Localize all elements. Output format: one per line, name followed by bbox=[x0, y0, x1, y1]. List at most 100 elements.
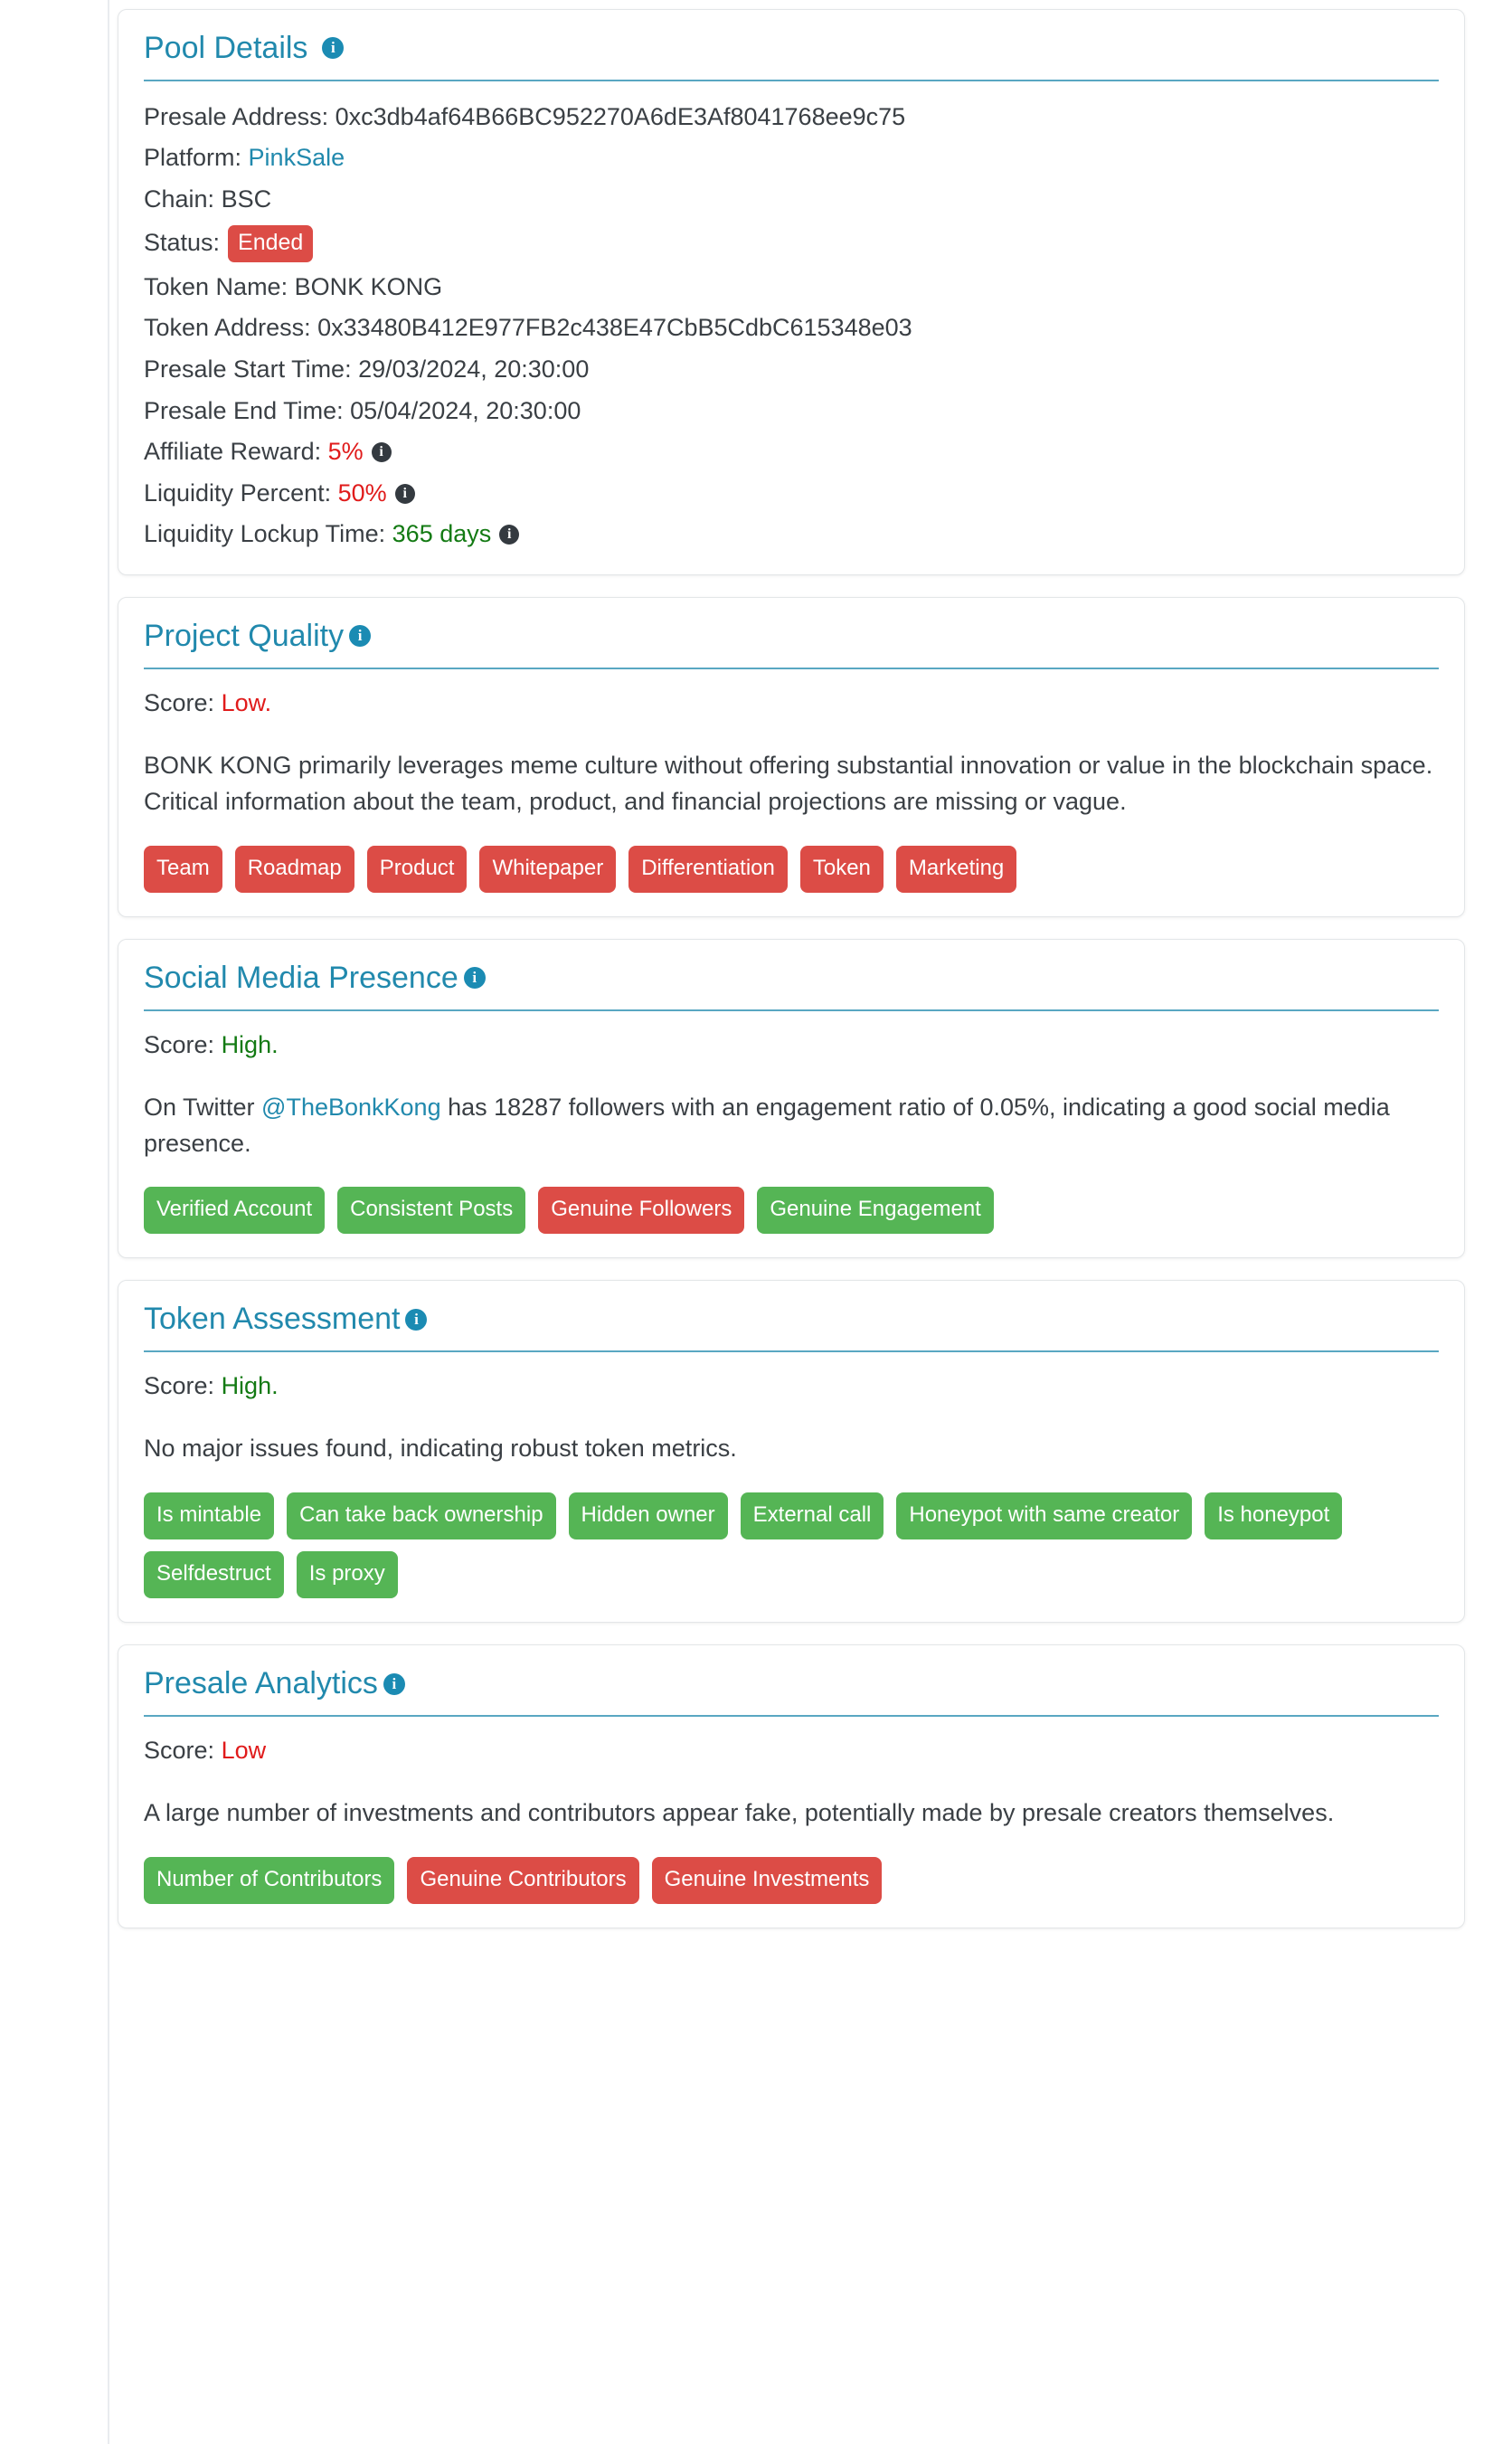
token-address-label: Token Address: bbox=[144, 314, 311, 342]
info-icon[interactable]: i bbox=[371, 441, 392, 462]
score-value: Low bbox=[221, 1737, 267, 1764]
token-name-label: Token Name: bbox=[144, 272, 288, 300]
score-value: Low. bbox=[221, 688, 272, 716]
liquidity-lockup-time-row: Liquidity Lockup Time: 365 days i bbox=[144, 518, 1439, 551]
status-badge: Ended bbox=[228, 224, 314, 262]
token-assessment-title: Token Assessment i bbox=[144, 1301, 1439, 1338]
score-label: Score: bbox=[144, 1372, 215, 1400]
presale-end-time-label: Presale End Time: bbox=[144, 396, 344, 424]
tag-genuine-investments[interactable]: Genuine Investments bbox=[651, 1856, 883, 1904]
tag-token[interactable]: Token bbox=[799, 845, 884, 893]
platform-link[interactable]: PinkSale bbox=[249, 142, 345, 175]
tag-genuine-engagement[interactable]: Genuine Engagement bbox=[757, 1187, 994, 1235]
tag-is-mintable[interactable]: Is mintable bbox=[144, 1492, 275, 1540]
tag-marketing[interactable]: Marketing bbox=[895, 845, 1017, 893]
token-name-value: BONK KONG bbox=[294, 272, 443, 300]
token-name-row: Token Name: BONK KONG bbox=[144, 271, 1439, 304]
description-prefix: On Twitter bbox=[144, 1093, 262, 1121]
score-label: Score: bbox=[144, 688, 215, 716]
score-label: Score: bbox=[144, 1030, 215, 1058]
tag-genuine-contributors[interactable]: Genuine Contributors bbox=[407, 1856, 639, 1904]
token-assessment-tags: Is mintable Can take back ownership Hidd… bbox=[144, 1492, 1439, 1599]
presale-address-value: 0xc3db4af64B66BC952270A6dE3Af8041768ee9c… bbox=[335, 102, 906, 130]
presale-analytics-tags: Number of Contributors Genuine Contribut… bbox=[144, 1856, 1439, 1904]
presale-analytics-title: Presale Analytics i bbox=[144, 1665, 1439, 1702]
token-assessment-title-label: Token Assessment bbox=[144, 1302, 401, 1337]
info-icon[interactable]: i bbox=[383, 1672, 405, 1695]
liquidity-percent-row: Liquidity Percent: 50% i bbox=[144, 478, 1439, 510]
tag-external-call[interactable]: External call bbox=[740, 1492, 884, 1540]
content-divider-line bbox=[108, 0, 109, 2444]
tag-genuine-followers[interactable]: Genuine Followers bbox=[538, 1187, 745, 1235]
info-icon[interactable]: i bbox=[405, 1308, 428, 1331]
project-quality-tags: Team Roadmap Product Whitepaper Differen… bbox=[144, 845, 1439, 893]
social-media-presence-title-label: Social Media Presence bbox=[144, 960, 458, 995]
info-icon[interactable]: i bbox=[394, 483, 415, 504]
presale-analytics-title-label: Presale Analytics bbox=[144, 1666, 378, 1701]
social-media-score: Score: High. bbox=[144, 1031, 1439, 1059]
tag-can-take-back-ownership[interactable]: Can take back ownership bbox=[287, 1492, 556, 1540]
tag-honeypot-with-same-creator[interactable]: Honeypot with same creator bbox=[896, 1492, 1193, 1540]
project-quality-description: BONK KONG primarily leverages meme cultu… bbox=[144, 751, 1433, 815]
social-media-tags: Verified Account Consistent Posts Genuin… bbox=[144, 1187, 1439, 1235]
tag-is-proxy[interactable]: Is proxy bbox=[296, 1551, 398, 1599]
platform-row: Platform: PinkSale bbox=[144, 142, 1439, 175]
presale-report-page: Pool Details i Presale Address: 0xc3db4a… bbox=[0, 0, 1512, 1972]
presale-analytics-card: Presale Analytics i Score: Low A large n… bbox=[118, 1644, 1465, 1928]
liquidity-percent-value: 50% bbox=[337, 478, 387, 507]
score-value: High. bbox=[221, 1030, 279, 1058]
title-rule bbox=[144, 1715, 1439, 1717]
project-quality-score: Score: Low. bbox=[144, 689, 1439, 717]
platform-label: Platform: bbox=[144, 144, 242, 172]
project-quality-card: Project Quality i Score: Low. BONK KONG … bbox=[118, 597, 1465, 917]
presale-start-time-label: Presale Start Time: bbox=[144, 355, 352, 383]
tag-whitepaper[interactable]: Whitepaper bbox=[479, 845, 617, 893]
info-icon[interactable]: i bbox=[349, 625, 372, 648]
token-assessment-score: Score: High. bbox=[144, 1372, 1439, 1400]
presale-analytics-description: A large number of investments and contri… bbox=[144, 1799, 1335, 1826]
score-value: High. bbox=[221, 1372, 279, 1400]
presale-end-time-row: Presale End Time: 05/04/2024, 20:30:00 bbox=[144, 395, 1439, 428]
affiliate-reward-label: Affiliate Reward: bbox=[144, 438, 322, 466]
pool-details-card: Pool Details i Presale Address: 0xc3db4a… bbox=[118, 9, 1465, 576]
tag-number-of-contributors[interactable]: Number of Contributors bbox=[144, 1856, 395, 1904]
project-quality-title-label: Project Quality bbox=[144, 619, 345, 654]
pool-details-title-label: Pool Details bbox=[144, 31, 308, 65]
report-container: Pool Details i Presale Address: 0xc3db4a… bbox=[118, 0, 1465, 1928]
info-icon[interactable]: i bbox=[499, 525, 520, 545]
social-media-presence-card: Social Media Presence i Score: High. On … bbox=[118, 938, 1465, 1259]
project-quality-title: Project Quality i bbox=[144, 618, 1439, 655]
liquidity-lockup-time-label: Liquidity Lockup Time: bbox=[144, 520, 386, 548]
presale-address-row: Presale Address: 0xc3db4af64B66BC952270A… bbox=[144, 101, 1439, 134]
score-label: Score: bbox=[144, 1737, 215, 1764]
token-address-value: 0x33480B412E977FB2c438E47CbB5CdbC615348e… bbox=[317, 314, 912, 342]
presale-start-time-value: 29/03/2024, 20:30:00 bbox=[358, 355, 590, 383]
info-icon[interactable]: i bbox=[322, 37, 345, 60]
status-label: Status: bbox=[144, 229, 221, 257]
social-media-presence-title: Social Media Presence i bbox=[144, 960, 1439, 997]
status-row: Status: Ended bbox=[144, 224, 1439, 262]
tag-roadmap[interactable]: Roadmap bbox=[234, 845, 354, 893]
tag-verified-account[interactable]: Verified Account bbox=[144, 1187, 326, 1235]
tag-product[interactable]: Product bbox=[366, 845, 468, 893]
info-icon[interactable]: i bbox=[463, 967, 486, 990]
pool-details-title: Pool Details i bbox=[144, 30, 1439, 67]
chain-value: BSC bbox=[221, 185, 272, 213]
title-rule bbox=[144, 667, 1439, 669]
liquidity-lockup-time-value: 365 days bbox=[392, 520, 492, 548]
tag-hidden-owner[interactable]: Hidden owner bbox=[568, 1492, 728, 1540]
token-assessment-card: Token Assessment i Score: High. No major… bbox=[118, 1280, 1465, 1624]
left-rail bbox=[0, 0, 109, 2444]
title-rule bbox=[144, 79, 1439, 81]
social-media-description: On Twitter @TheBonkKong has 18287 follow… bbox=[144, 1090, 1439, 1162]
tag-consistent-posts[interactable]: Consistent Posts bbox=[337, 1187, 526, 1235]
presale-start-time-row: Presale Start Time: 29/03/2024, 20:30:00 bbox=[144, 354, 1439, 386]
presale-analytics-score: Score: Low bbox=[144, 1737, 1439, 1765]
title-rule bbox=[144, 1009, 1439, 1011]
tag-is-honeypot[interactable]: Is honeypot bbox=[1205, 1492, 1343, 1540]
tag-differentiation[interactable]: Differentiation bbox=[628, 845, 788, 893]
tag-team[interactable]: Team bbox=[144, 845, 222, 893]
liquidity-percent-label: Liquidity Percent: bbox=[144, 478, 332, 507]
twitter-handle-link[interactable]: @TheBonkKong bbox=[261, 1094, 441, 1121]
tag-selfdestruct[interactable]: Selfdestruct bbox=[144, 1551, 284, 1599]
